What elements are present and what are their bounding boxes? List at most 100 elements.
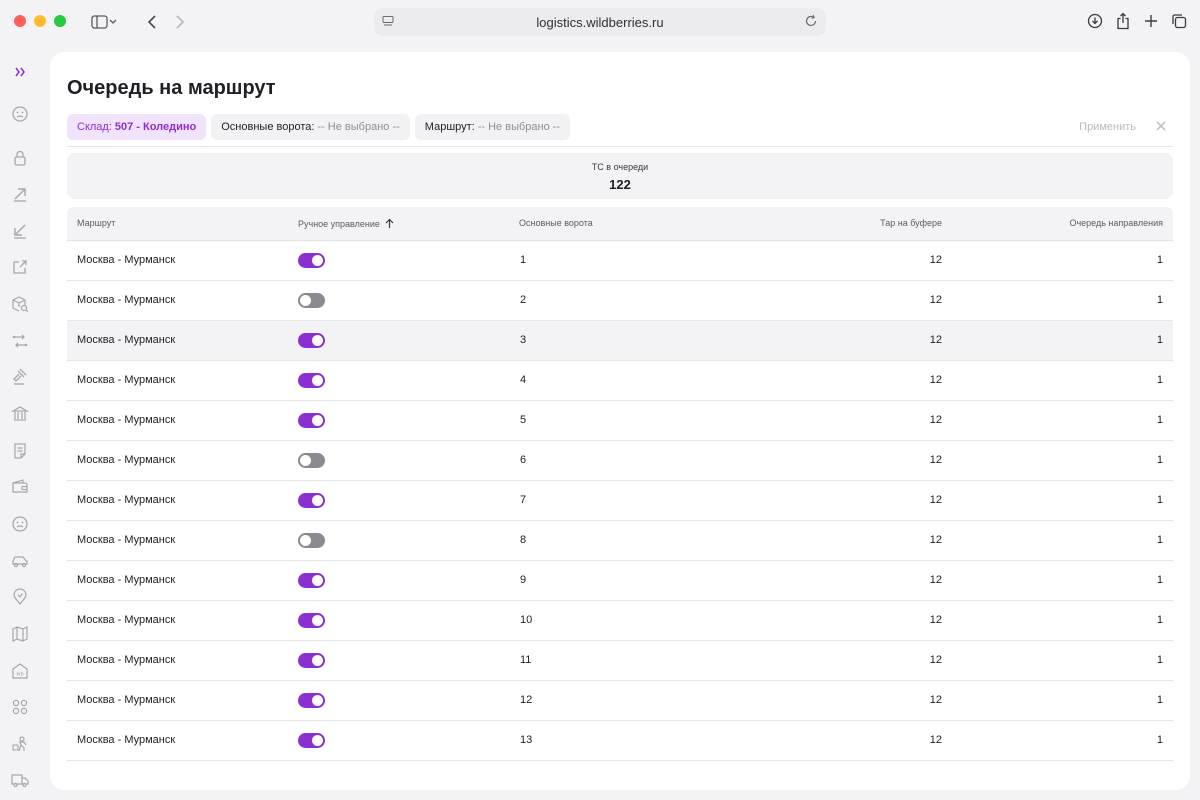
forward-button[interactable] (166, 8, 194, 36)
column-header-tare[interactable]: Тар на буфере (880, 218, 942, 228)
document-icon (14, 443, 26, 459)
downloads-button[interactable] (1086, 10, 1104, 32)
manual-control-toggle[interactable] (298, 653, 325, 668)
history-nav (138, 8, 194, 36)
svg-text:wb: wb (16, 672, 23, 678)
sidebar-item-workers[interactable] (10, 734, 30, 754)
table-row[interactable]: Москва - Мурманск 3 12 1 (67, 321, 1173, 361)
sidebar-item-map[interactable] (10, 624, 30, 644)
table-row[interactable]: Москва - Мурманск 11 12 1 (67, 641, 1173, 681)
share-button[interactable] (1114, 10, 1132, 32)
sidebar-item-transport[interactable] (10, 770, 30, 790)
sidebar-item-profile[interactable] (10, 104, 30, 124)
page-menu-icon[interactable] (382, 15, 394, 27)
expand-sidebar-button[interactable] (10, 62, 30, 82)
tare-cell: 12 (929, 574, 942, 586)
gate-cell: 11 (520, 654, 532, 666)
queue-cell: 1 (1156, 374, 1163, 386)
sidebar-item-vehicles[interactable] (10, 551, 30, 571)
column-header-gate[interactable]: Основные ворота (519, 218, 593, 228)
warehouse-filter-value: 507 - Коледино (114, 121, 197, 133)
box-search-icon (12, 296, 29, 313)
manual-control-toggle[interactable] (298, 493, 325, 508)
manual-control-toggle[interactable] (298, 613, 325, 628)
table-row[interactable]: Москва - Мурманск 4 12 1 (67, 361, 1173, 401)
route-cell: Москва - Мурманск (77, 374, 176, 386)
route-cell: Москва - Мурманск (77, 254, 176, 266)
warehouse-filter[interactable]: Склад: 507 - Коледино (67, 114, 207, 140)
column-header-manual[interactable]: Ручное управление (298, 218, 394, 229)
column-header-route[interactable]: Маршрут (77, 218, 115, 228)
sidebar-item-locations[interactable] (10, 587, 30, 607)
table-row[interactable]: Москва - Мурманск 9 12 1 (67, 561, 1173, 601)
sidebar-item-finance[interactable] (10, 404, 30, 424)
chevron-right-icon (176, 15, 185, 29)
table-row[interactable]: Москва - Мурманск 10 12 1 (67, 601, 1173, 641)
back-button[interactable] (138, 8, 166, 36)
table-row[interactable]: Москва - Мурманск 8 12 1 (67, 521, 1173, 561)
route-cell: Москва - Мурманск (77, 734, 176, 746)
column-header-queue[interactable]: Очередь направления (1069, 218, 1163, 228)
manual-control-cell (298, 533, 325, 548)
transfer-icon (12, 334, 28, 348)
close-window-button[interactable] (14, 15, 26, 27)
sidebar-item-users[interactable] (10, 514, 30, 534)
manual-control-toggle[interactable] (298, 733, 325, 748)
table-row[interactable]: Москва - Мурманск 6 12 1 (67, 441, 1173, 481)
external-link-icon (13, 260, 27, 274)
sidebar-item-box-search[interactable] (10, 294, 30, 314)
warehouse-filter-label: Склад: (77, 121, 112, 133)
table-row[interactable]: Москва - Мурманск 2 12 1 (67, 281, 1173, 321)
apply-button[interactable]: Применить (1079, 121, 1136, 133)
sidebar-item-wallet[interactable] (10, 477, 30, 497)
manual-control-cell (298, 653, 325, 668)
manual-control-toggle[interactable] (298, 453, 325, 468)
queue-stat-value: 122 (609, 177, 631, 192)
manual-control-toggle[interactable] (298, 253, 325, 268)
gate-cell: 2 (520, 294, 527, 306)
manual-control-cell (298, 733, 325, 748)
table-row[interactable]: Москва - Мурманск 7 12 1 (67, 481, 1173, 521)
route-cell: Москва - Мурманск (77, 614, 176, 626)
manual-control-toggle[interactable] (298, 533, 325, 548)
sidebar-item-outgoing[interactable] (10, 184, 30, 204)
route-filter[interactable]: Маршрут: -- Не выбрано -- (414, 114, 571, 140)
sidebar-item-apps[interactable] (10, 697, 30, 717)
sidebar-item-warehouse[interactable]: wb (10, 661, 30, 681)
table-row[interactable]: Москва - Мурманск 12 12 1 (67, 681, 1173, 721)
table-row[interactable]: Москва - Мурманск 5 12 1 (67, 401, 1173, 441)
route-cell: Москва - Мурманск (77, 294, 176, 306)
tare-cell: 12 (929, 654, 942, 666)
sidebar-item-transfer[interactable] (10, 331, 30, 351)
manual-control-toggle[interactable] (298, 413, 325, 428)
sidebar-item-documents[interactable] (10, 441, 30, 461)
tare-cell: 12 (929, 534, 942, 546)
url-text: logistics.wildberries.ru (536, 14, 664, 30)
queue-cell: 1 (1156, 654, 1163, 666)
reload-icon[interactable] (804, 14, 818, 28)
manual-control-toggle[interactable] (298, 333, 325, 348)
manual-control-toggle[interactable] (298, 373, 325, 388)
table-row[interactable]: Москва - Мурманск 13 12 1 (67, 721, 1173, 761)
address-bar[interactable]: logistics.wildberries.ru (374, 8, 826, 36)
gate-filter[interactable]: Основные ворота: -- Не выбрано -- (211, 114, 410, 140)
minimize-window-button[interactable] (34, 15, 46, 27)
share-icon (1117, 12, 1129, 30)
table-row[interactable]: Москва - Мурманск 1 12 1 (67, 241, 1173, 281)
sidebar-toggle-button[interactable] (84, 10, 124, 34)
manual-control-toggle[interactable] (298, 573, 325, 588)
sort-arrow-up-icon[interactable] (385, 218, 394, 229)
arrow-up-right-icon (14, 188, 26, 202)
tab-overview-button[interactable] (1170, 10, 1188, 32)
sidebar-item-security[interactable] (10, 148, 30, 168)
gate-cell: 13 (520, 734, 533, 746)
close-icon[interactable] (1154, 119, 1168, 133)
manual-control-toggle[interactable] (298, 293, 325, 308)
zoom-window-button[interactable] (54, 15, 66, 27)
sidebar-item-claims[interactable] (10, 367, 30, 387)
manual-control-toggle[interactable] (298, 693, 325, 708)
sidebar-item-incoming[interactable] (10, 221, 30, 241)
new-tab-button[interactable] (1142, 10, 1160, 32)
sidebar-item-external[interactable] (10, 257, 30, 277)
manual-control-cell (298, 453, 325, 468)
